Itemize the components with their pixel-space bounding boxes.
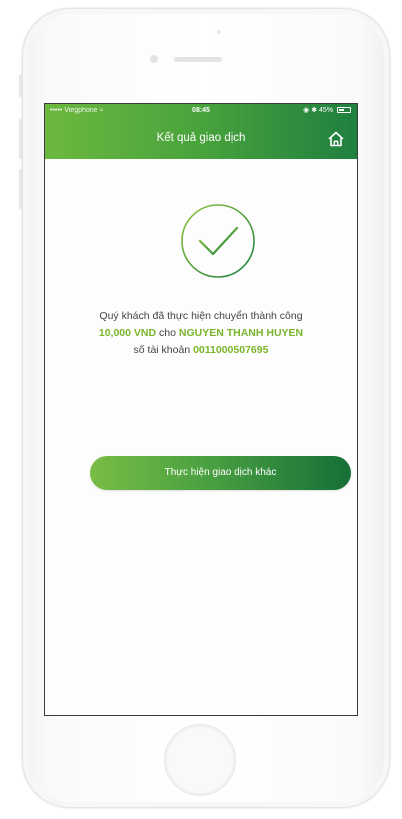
app-screen: ••••• Viegphone ≈ 08:45 ◉ ✱ 45% Kết quả … — [44, 103, 358, 716]
battery-icon — [337, 107, 351, 114]
page-title: Kết quả giao dịch — [156, 132, 246, 144]
volume-up-button — [19, 119, 22, 159]
recipient-name: NGUYEN THANH HUYEN — [178, 327, 304, 339]
result-line-3: số tài khoản 0011000507695 — [45, 342, 357, 359]
result-line-1: Quý khách đã thực hiện chuyển thành công — [99, 310, 303, 322]
account-number: 0011000507695 — [193, 344, 269, 356]
status-bar: ••••• Viegphone ≈ 08:45 ◉ ✱ 45% — [45, 104, 357, 118]
home-hardware-button[interactable] — [164, 724, 236, 796]
account-label: số tài khoản — [133, 344, 191, 356]
new-transaction-button[interactable]: Thực hiện giao dịch khác — [90, 456, 351, 490]
proximity-sensor — [217, 30, 221, 34]
location-icon: ◉ — [303, 107, 310, 114]
volume-down-button — [19, 169, 22, 209]
app-header: ••••• Viegphone ≈ 08:45 ◉ ✱ 45% Kết quả … — [45, 104, 357, 159]
result-line-2: 10,000 VND cho NGUYEN THANH HUYEN — [45, 325, 357, 342]
to-word: cho — [159, 327, 176, 339]
result-message: Quý khách đã thực hiện chuyển thành công… — [45, 308, 357, 359]
front-camera — [150, 55, 158, 63]
side-button — [19, 75, 22, 97]
battery-percent: 45% — [319, 107, 334, 114]
earpiece-speaker — [174, 57, 222, 62]
check-circle-icon — [181, 204, 255, 278]
home-icon[interactable] — [327, 130, 345, 148]
battery-group: ◉ ✱ 45% — [303, 104, 351, 118]
transfer-amount: 10,000 VND — [98, 327, 157, 339]
bluetooth-icon: ✱ — [311, 107, 318, 114]
